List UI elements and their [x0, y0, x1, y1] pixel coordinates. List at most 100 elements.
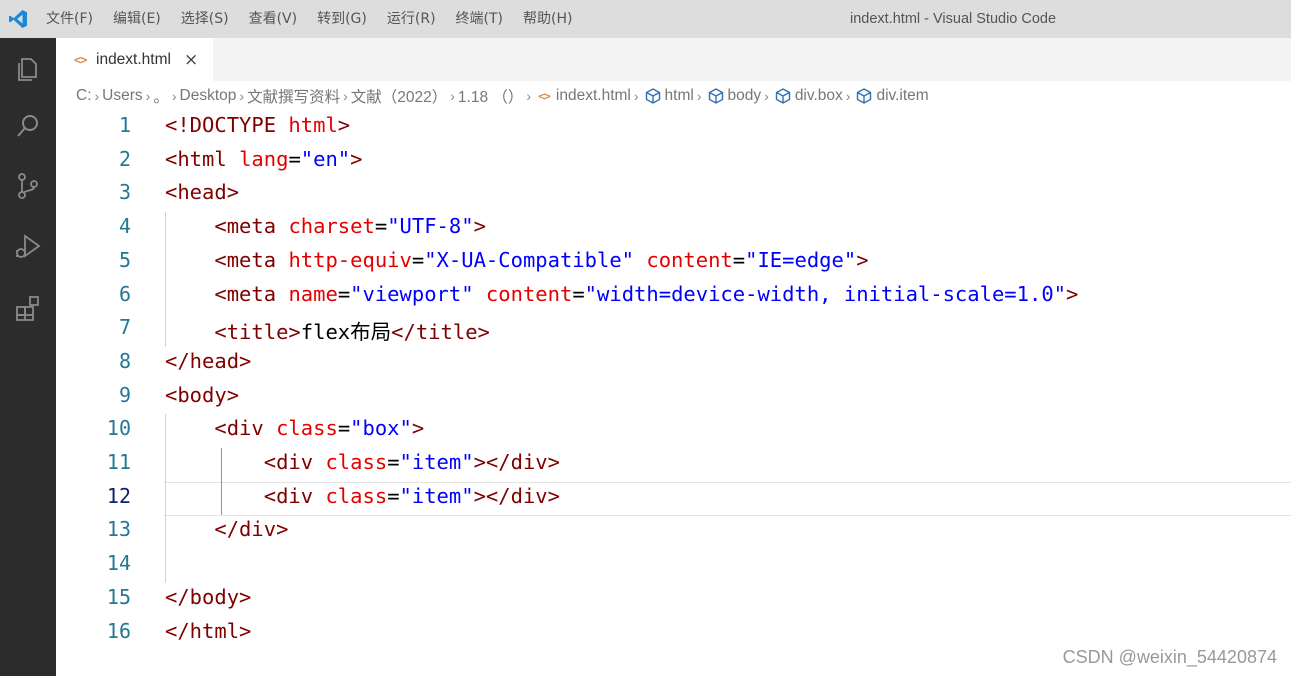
code-text: <meta charset="UTF-8"> [165, 214, 486, 238]
code-line[interactable]: 3 <head> [56, 178, 1291, 212]
title-bar: 文件(F) 编辑(E) 选择(S) 查看(V) 转到(G) 运行(R) 终端(T) 帮助(H)… [0, 0, 1291, 38]
tab-bar: <> indext.html × [56, 38, 1291, 81]
code-line[interactable]: 16 </html> [56, 617, 1291, 651]
code-text: <div class="box"> [165, 416, 424, 440]
line-number: 3 [118, 180, 131, 205]
token-tag: <meta [214, 214, 289, 239]
window-title: indext.html - Visual Studio Code [850, 11, 1057, 27]
token-attr: content [646, 247, 733, 272]
breadcrumb-item[interactable]: 1.18 （） [458, 85, 523, 107]
menu-item[interactable]: 查看(V) [239, 0, 308, 38]
breadcrumb-item[interactable]: 文献撰写资料 [247, 85, 340, 107]
line-number: 11 [106, 450, 131, 474]
breadcrumb-item[interactable]: C: [76, 87, 92, 105]
token-attr: lang [239, 146, 289, 171]
code-line[interactable]: 11 <div class="item"></div> [56, 448, 1291, 482]
breadcrumb-item[interactable]: Desktop [180, 87, 237, 105]
breadcrumb-symbol[interactable]: html [642, 87, 694, 105]
indent-guide [220, 448, 222, 516]
chevron-right-icon: › [239, 88, 245, 104]
menu-item[interactable]: 终端(T) [446, 0, 513, 38]
menu-item[interactable]: 编辑(E) [103, 0, 171, 38]
token-tag: <head> [165, 180, 240, 205]
html-file-icon: <> [74, 52, 87, 67]
breadcrumb-symbol-label: div.item [876, 87, 929, 104]
code-line[interactable]: 6 <meta name="viewport" content="width=d… [56, 280, 1291, 314]
source-control-icon[interactable] [8, 166, 48, 206]
token-text: = [572, 281, 585, 306]
breadcrumb-item[interactable]: 。 [153, 85, 169, 107]
menu-item[interactable]: 选择(S) [171, 0, 239, 38]
token-text: = [387, 450, 400, 474]
menu-item[interactable]: 运行(R) [377, 0, 446, 38]
run-debug-icon[interactable] [8, 226, 48, 266]
breadcrumb-symbol[interactable]: div.item [853, 87, 929, 105]
token-tag: <!DOCTYPE [165, 113, 289, 137]
token-tag: ></div> [473, 483, 560, 508]
indent-guide [165, 414, 166, 583]
menu-item[interactable]: 文件(F) [36, 0, 103, 38]
menu-item[interactable]: 帮助(H) [513, 0, 582, 38]
code-line[interactable]: 13 </div> [56, 515, 1291, 549]
line-number: 16 [106, 618, 131, 643]
token-attr: class [276, 416, 338, 441]
code-line[interactable]: 7 <title>flex布局</title> [56, 313, 1291, 347]
tab-indext-html[interactable]: <> indext.html × [56, 38, 213, 81]
token-val: "UTF-8" [387, 214, 474, 239]
html-file-icon: <> [538, 89, 551, 103]
code-line[interactable]: 9 <body> [56, 381, 1291, 415]
token-text: = [387, 483, 400, 508]
token-attr: http-equiv [288, 247, 412, 272]
breadcrumb-symbol-label: div.box [794, 87, 843, 104]
code-line[interactable]: 4 <meta charset="UTF-8"> [56, 212, 1291, 246]
token-text: flex布局 [300, 320, 392, 345]
breadcrumb-symbol-label: body [727, 87, 762, 104]
code-text: </html> [165, 619, 251, 643]
code-editor[interactable]: 1 <!DOCTYPE html> 2 <html lang="en"> 3 <head>… [56, 111, 1291, 676]
chevron-right-icon: › [526, 88, 532, 104]
breadcrumb-file-label: indext.html [555, 87, 631, 104]
code-line[interactable]: 8 </head> [56, 347, 1291, 381]
close-icon[interactable]: × [184, 50, 198, 70]
token-attr: name [288, 281, 338, 306]
extensions-icon[interactable] [8, 288, 48, 328]
breadcrumb-symbol[interactable]: body [705, 87, 762, 105]
code-line[interactable]: 15 </body> [56, 583, 1291, 617]
menu-bar: 文件(F) 编辑(E) 选择(S) 查看(V) 转到(G) 运行(R) 终端(T) 帮助(H) [36, 0, 582, 38]
line-number: 10 [106, 416, 131, 441]
search-icon[interactable] [8, 106, 48, 146]
line-number: 5 [118, 247, 131, 272]
explorer-icon[interactable] [8, 48, 48, 88]
menu-item[interactable]: 转到(G) [307, 0, 377, 38]
line-number: 6 [118, 281, 131, 306]
code-line[interactable]: 12 <div class="item"></div> [56, 481, 1291, 516]
breadcrumb-item[interactable]: 文献（2022） [351, 85, 447, 107]
code-line[interactable]: 10 <div class="box"> [56, 414, 1291, 448]
activity-bar [0, 38, 56, 676]
code-text: <title>flex布局</title> [165, 315, 490, 345]
token-tag: </div> [214, 517, 289, 542]
code-line[interactable]: 1 <!DOCTYPE html> [56, 111, 1291, 145]
breadcrumb-item[interactable]: Users [102, 87, 142, 105]
chevron-right-icon: › [696, 88, 702, 104]
code-text: <div class="item"></div> [165, 484, 560, 508]
token-tag: <body> [165, 382, 240, 407]
code-line[interactable]: 14 [56, 549, 1291, 583]
token-attr: class [325, 450, 388, 474]
token-tag: </head> [165, 348, 252, 373]
breadcrumb-symbol[interactable]: div.box [772, 87, 843, 105]
line-number: 13 [106, 517, 131, 542]
breadcrumb-file[interactable]: <> indext.html [534, 87, 631, 105]
code-line[interactable]: 5 <meta http-equiv="X-UA-Compatible" con… [56, 246, 1291, 280]
token-tag: > [350, 146, 363, 171]
token-val: "IE=edge" [745, 247, 857, 272]
code-text: </div> [165, 517, 288, 541]
line-number: 7 [118, 315, 131, 340]
token-tag: <meta [214, 281, 289, 306]
chevron-right-icon: › [171, 88, 177, 104]
code-line[interactable]: 2 <html lang="en"> [56, 145, 1291, 179]
